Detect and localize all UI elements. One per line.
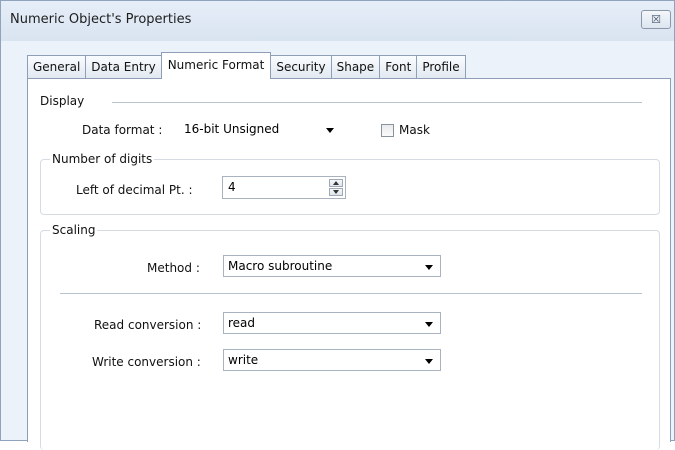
properties-dialog: Numeric Object's Properties ☒ General Da… — [0, 0, 675, 450]
chevron-down-icon — [425, 359, 433, 364]
tab-strip: General Data Entry Numeric Format Securi… — [27, 52, 466, 79]
chevron-down-icon — [425, 322, 433, 327]
write-conversion-value: write — [228, 353, 259, 367]
left-of-decimal-value: 4 — [228, 180, 236, 194]
tab-shape[interactable]: Shape — [330, 55, 381, 79]
scaling-divider — [60, 293, 642, 294]
chevron-down-icon — [326, 128, 334, 133]
chevron-down-icon — [425, 265, 433, 270]
spin-down-button[interactable] — [329, 188, 343, 196]
digits-group-title: Number of digits — [50, 152, 155, 166]
write-conversion-select[interactable]: write — [223, 349, 441, 371]
window-title: Numeric Object's Properties — [10, 12, 192, 27]
title-bar: Numeric Object's Properties ☒ — [1, 1, 674, 41]
read-conversion-select[interactable]: read — [223, 312, 441, 334]
scaling-group-title: Scaling — [50, 223, 98, 237]
write-conversion-label: Write conversion : — [92, 355, 201, 369]
tab-profile[interactable]: Profile — [416, 55, 466, 79]
close-icon: ☒ — [651, 13, 661, 26]
spinner-buttons — [329, 179, 343, 196]
data-format-value: 16-bit Unsigned — [184, 122, 280, 136]
tab-general[interactable]: General — [27, 55, 87, 79]
method-value: Macro subroutine — [228, 259, 333, 273]
tab-panel-numeric-format: Display Data format : 16-bit Unsigned Ma… — [27, 78, 671, 450]
display-divider — [112, 102, 642, 103]
data-format-label: Data format : — [82, 123, 163, 137]
left-of-decimal-label: Left of decimal Pt. : — [76, 183, 193, 197]
display-section-label: Display — [40, 94, 85, 108]
read-conversion-value: read — [228, 316, 256, 330]
spin-up-button[interactable] — [329, 179, 343, 187]
chevron-up-icon — [333, 181, 339, 185]
mask-label: Mask — [399, 123, 430, 137]
method-label: Method : — [147, 261, 200, 275]
chevron-down-icon — [333, 190, 339, 194]
method-select[interactable]: Macro subroutine — [223, 255, 441, 277]
data-format-select[interactable]: 16-bit Unsigned — [182, 119, 342, 141]
tab-font[interactable]: Font — [379, 55, 418, 79]
mask-checkbox[interactable] — [381, 124, 394, 137]
read-conversion-label: Read conversion : — [94, 318, 202, 332]
tab-security[interactable]: Security — [270, 55, 332, 79]
tab-numeric-format[interactable]: Numeric Format — [160, 52, 272, 79]
tab-data-entry[interactable]: Data Entry — [85, 55, 162, 79]
left-of-decimal-spinner[interactable]: 4 — [222, 176, 346, 199]
close-button[interactable]: ☒ — [641, 10, 671, 29]
